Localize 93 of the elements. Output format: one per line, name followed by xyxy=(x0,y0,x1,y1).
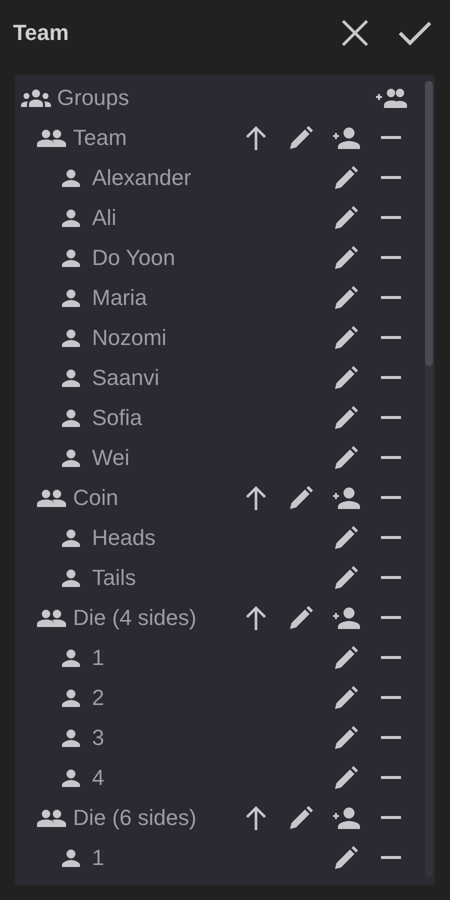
member-name[interactable]: Saanvi xyxy=(92,365,233,391)
people-icon xyxy=(37,809,67,827)
move-up-button[interactable] xyxy=(244,805,266,831)
group-name[interactable]: Team xyxy=(73,125,233,151)
edit-button[interactable] xyxy=(334,766,358,790)
member-name[interactable]: 2 xyxy=(92,685,233,711)
edit-button[interactable] xyxy=(334,166,358,190)
edit-button[interactable] xyxy=(288,486,312,510)
add-group-button[interactable] xyxy=(374,88,406,108)
remove-button[interactable] xyxy=(380,856,400,860)
member-name[interactable]: Tails xyxy=(92,565,233,591)
person-icon xyxy=(61,249,81,267)
person-icon xyxy=(61,729,81,747)
edit-button[interactable] xyxy=(334,406,358,430)
person-icon xyxy=(61,289,81,307)
member-name[interactable]: Heads xyxy=(92,525,233,551)
remove-button[interactable] xyxy=(380,256,400,260)
add-member-button[interactable] xyxy=(330,807,360,829)
person-icon xyxy=(61,849,81,867)
remove-button[interactable] xyxy=(380,176,400,180)
remove-button[interactable] xyxy=(380,136,400,140)
member-name[interactable]: Do Yoon xyxy=(92,245,233,271)
add-member-button[interactable] xyxy=(330,127,360,149)
edit-button[interactable] xyxy=(334,846,358,870)
person-icon xyxy=(61,769,81,787)
person-icon xyxy=(61,649,81,667)
person-icon xyxy=(61,209,81,227)
remove-button[interactable] xyxy=(380,776,400,780)
member-name[interactable]: Ali xyxy=(92,205,233,231)
remove-button[interactable] xyxy=(380,536,400,540)
person-icon xyxy=(61,689,81,707)
edit-button[interactable] xyxy=(334,726,358,750)
edit-button[interactable] xyxy=(334,326,358,350)
close-icon xyxy=(340,18,370,48)
edit-button[interactable] xyxy=(288,806,312,830)
member-name[interactable]: 3 xyxy=(92,725,233,751)
check-icon xyxy=(398,20,432,46)
person-icon xyxy=(61,369,81,387)
person-icon xyxy=(61,329,81,347)
remove-button[interactable] xyxy=(380,576,400,580)
edit-button[interactable] xyxy=(334,566,358,590)
confirm-button[interactable] xyxy=(398,20,432,46)
cancel-button[interactable] xyxy=(340,18,370,48)
dialog-title: Team xyxy=(13,20,70,46)
person-icon xyxy=(61,529,81,547)
edit-button[interactable] xyxy=(334,246,358,270)
member-name[interactable]: Nozomi xyxy=(92,325,233,351)
remove-button[interactable] xyxy=(380,216,400,220)
edit-button[interactable] xyxy=(334,446,358,470)
person-icon xyxy=(61,449,81,467)
member-name[interactable]: Alexander xyxy=(92,165,233,191)
edit-button[interactable] xyxy=(334,286,358,310)
add-member-button[interactable] xyxy=(330,607,360,629)
person-icon xyxy=(61,569,81,587)
add-member-button[interactable] xyxy=(330,487,360,509)
group-name[interactable]: Die (6 sides) xyxy=(73,805,233,831)
remove-button[interactable] xyxy=(380,656,400,660)
move-up-button[interactable] xyxy=(244,605,266,631)
edit-button[interactable] xyxy=(334,646,358,670)
remove-button[interactable] xyxy=(380,416,400,420)
remove-button[interactable] xyxy=(380,736,400,740)
group-name[interactable]: Die (4 sides) xyxy=(73,605,233,631)
people-icon xyxy=(37,609,67,627)
edit-button[interactable] xyxy=(334,206,358,230)
move-up-button[interactable] xyxy=(244,125,266,151)
member-name[interactable]: 1 xyxy=(92,845,233,871)
remove-button[interactable] xyxy=(380,376,400,380)
people-icon xyxy=(37,489,67,507)
edit-button[interactable] xyxy=(288,126,312,150)
edit-button[interactable] xyxy=(334,366,358,390)
person-icon xyxy=(61,409,81,427)
remove-button[interactable] xyxy=(380,816,400,820)
remove-button[interactable] xyxy=(380,456,400,460)
remove-button[interactable] xyxy=(380,496,400,500)
edit-button[interactable] xyxy=(288,606,312,630)
member-name[interactable]: Wei xyxy=(92,445,233,471)
member-name[interactable]: Maria xyxy=(92,285,233,311)
group-name[interactable]: Coin xyxy=(73,485,233,511)
member-name[interactable]: Sofia xyxy=(92,405,233,431)
scrollbar-thumb[interactable] xyxy=(425,81,433,366)
move-up-button[interactable] xyxy=(244,485,266,511)
remove-button[interactable] xyxy=(380,696,400,700)
remove-button[interactable] xyxy=(380,336,400,340)
edit-button[interactable] xyxy=(334,686,358,710)
edit-button[interactable] xyxy=(334,526,358,550)
remove-button[interactable] xyxy=(380,616,400,620)
person-icon xyxy=(61,169,81,187)
group-icon xyxy=(21,89,51,107)
member-name[interactable]: 1 xyxy=(92,645,233,671)
member-name[interactable]: 4 xyxy=(92,765,233,791)
group-name[interactable]: Groups xyxy=(57,85,233,111)
remove-button[interactable] xyxy=(380,296,400,300)
people-icon xyxy=(37,129,67,147)
